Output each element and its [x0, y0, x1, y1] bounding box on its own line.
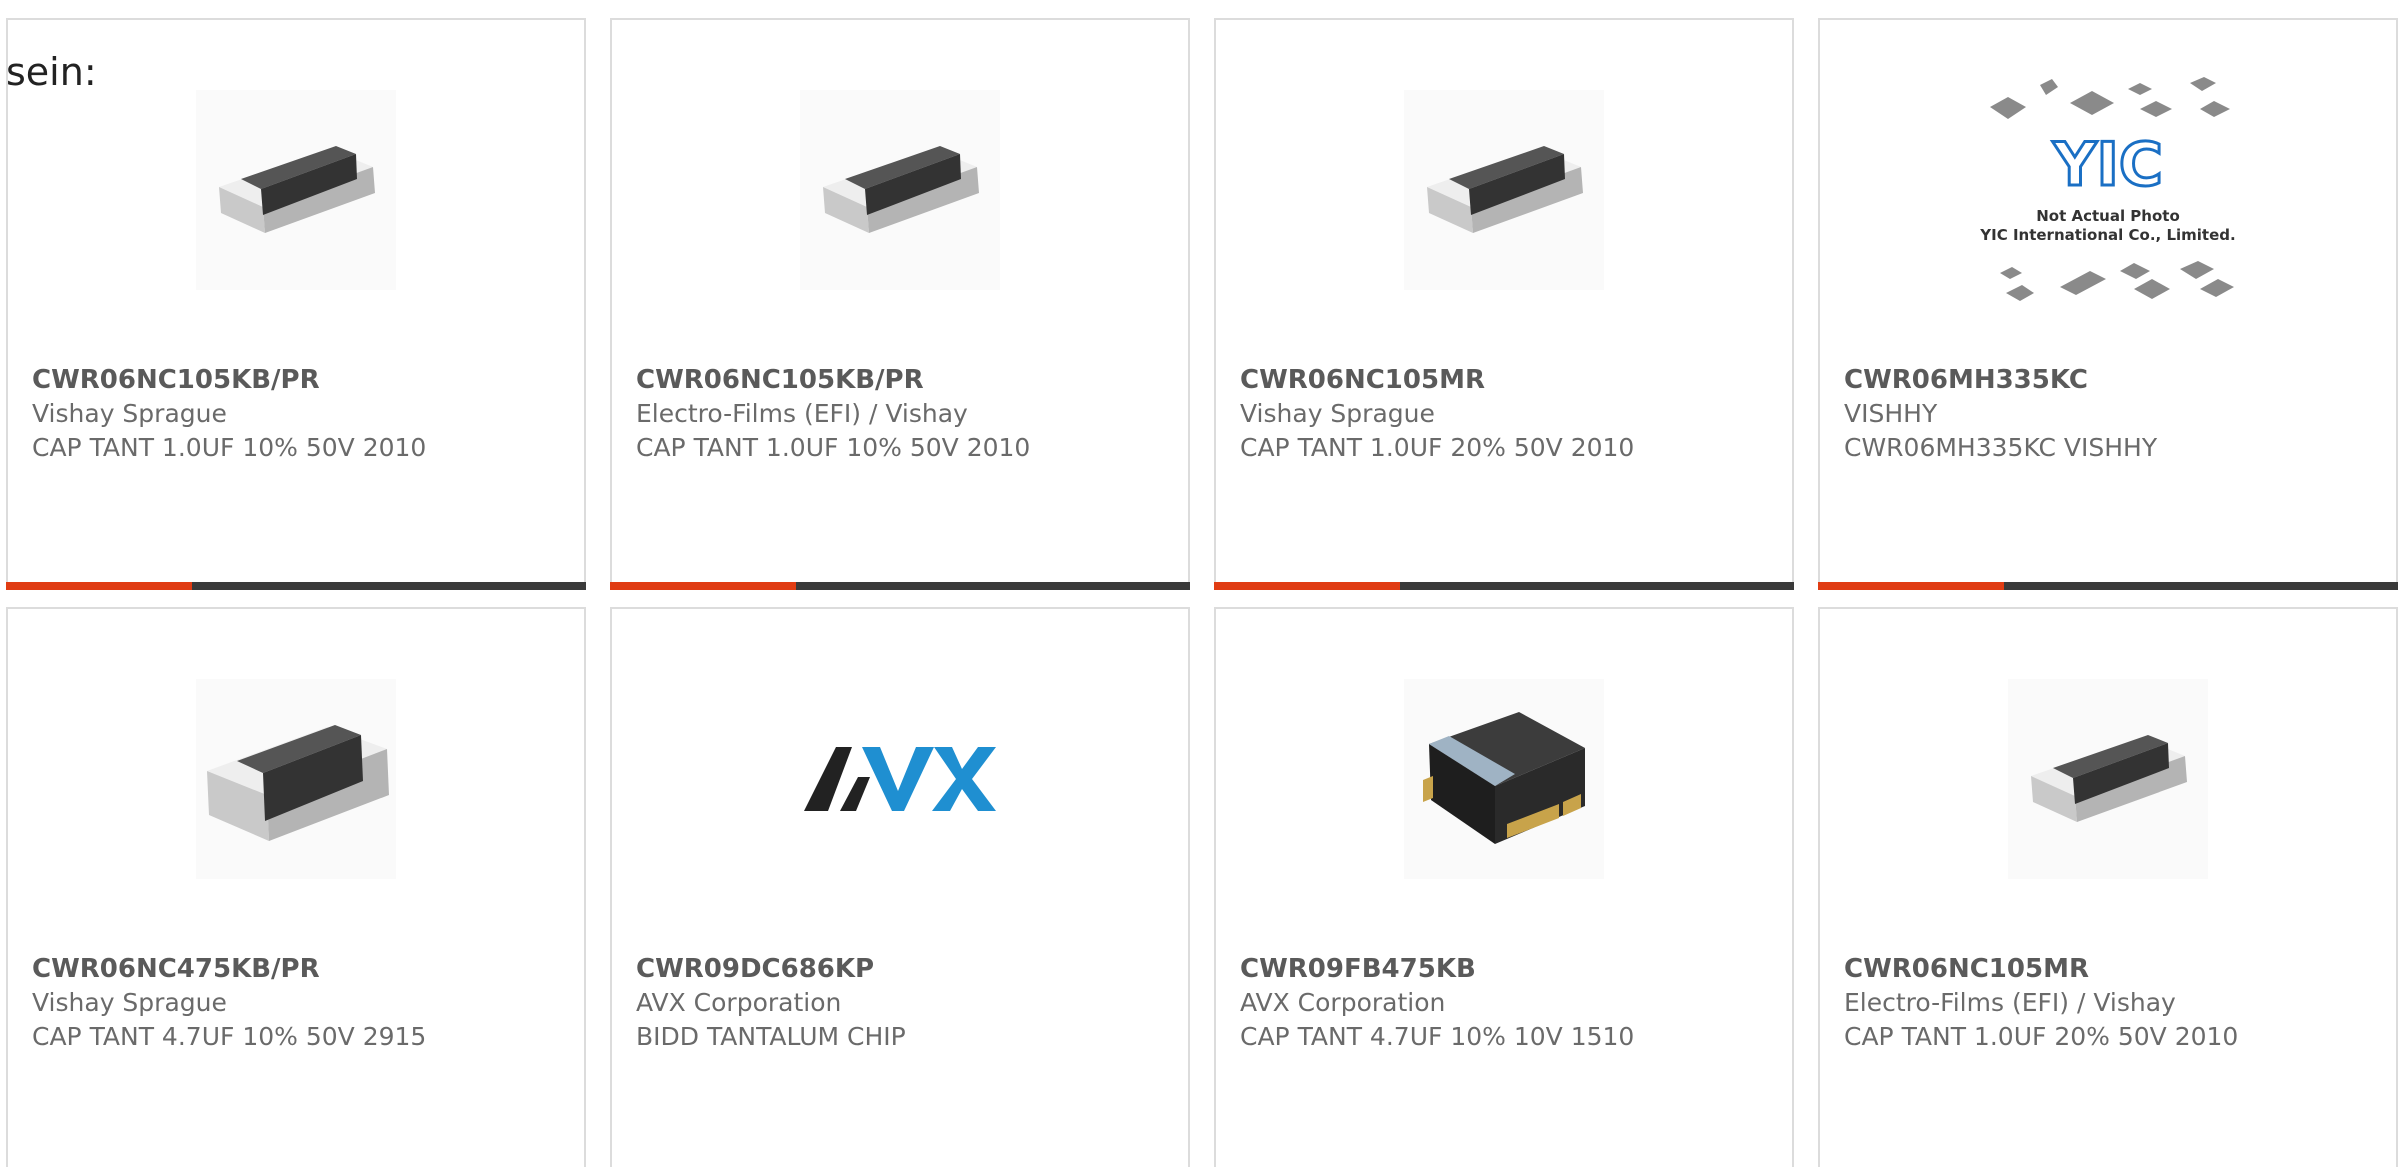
product-grid-page: sein: CWR06NC105KB/PR Vishay Sprague CAP… — [0, 0, 2400, 1167]
progress-fill — [610, 582, 796, 590]
product-card[interactable]: CWR06NC105MR Electro-Films (EFI) / Visha… — [1818, 607, 2398, 1167]
part-number[interactable]: CWR06MH335KC — [1844, 363, 2380, 397]
chip-capacitor-icon — [219, 146, 375, 233]
product-image[interactable] — [1404, 679, 1604, 879]
molded-tantalum-icon — [1423, 712, 1585, 844]
page-label: sein: — [6, 50, 97, 94]
product-info: CWR06NC105KB/PR Electro-Films (EFI) / Vi… — [636, 363, 1172, 465]
manufacturer: Electro-Films (EFI) / Vishay — [1844, 988, 2176, 1017]
product-image[interactable]: YIC Not Actual Photo YIC International C… — [1968, 77, 2248, 301]
yic-caption-1: Not Actual Photo — [2036, 207, 2180, 225]
product-image[interactable] — [2008, 679, 2208, 879]
product-card[interactable]: CWR06NC105KB/PR Electro-Films (EFI) / Vi… — [610, 18, 1190, 590]
product-card[interactable]: CWR06NC105MR Vishay Sprague CAP TANT 1.0… — [1214, 18, 1794, 590]
product-info: CWR06NC105KB/PR Vishay Sprague CAP TANT … — [32, 363, 568, 465]
manufacturer: Vishay Sprague — [32, 399, 227, 428]
description: CWR06MH335KC VISHHY — [1844, 433, 2158, 462]
progress-fill — [1214, 582, 1400, 590]
product-card[interactable]: YIC Not Actual Photo YIC International C… — [1818, 18, 2398, 590]
manufacturer: Electro-Films (EFI) / Vishay — [636, 399, 968, 428]
progress-fill — [6, 582, 192, 590]
yic-caption-2: YIC International Co., Limited. — [1979, 226, 2235, 244]
product-image[interactable] — [196, 679, 396, 879]
progress-fill — [1818, 582, 2004, 590]
manufacturer: AVX Corporation — [1240, 988, 1446, 1017]
description: CAP TANT 4.7UF 10% 10V 1510 — [1240, 1022, 1635, 1051]
avx-logo-icon — [804, 747, 996, 811]
product-image[interactable] — [196, 90, 396, 290]
progress-bar — [610, 582, 1190, 590]
product-card[interactable]: CWR09DC686KP AVX Corporation BIDD TANTAL… — [610, 607, 1190, 1167]
part-number[interactable]: CWR09DC686KP — [636, 952, 1172, 986]
chip-capacitor-icon — [207, 725, 389, 841]
product-image[interactable] — [800, 90, 1000, 290]
part-number[interactable]: CWR06NC105MR — [1844, 952, 2380, 986]
description: CAP TANT 1.0UF 20% 50V 2010 — [1240, 433, 1635, 462]
progress-bar — [1818, 582, 2398, 590]
product-info: CWR06NC105MR Vishay Sprague CAP TANT 1.0… — [1240, 363, 1776, 465]
product-image[interactable] — [800, 679, 1000, 879]
product-info: CWR09FB475KB AVX Corporation CAP TANT 4.… — [1240, 952, 1776, 1054]
part-number[interactable]: CWR06NC475KB/PR — [32, 952, 568, 986]
yic-placeholder-icon: YIC Not Actual Photo YIC International C… — [1979, 77, 2236, 301]
description: CAP TANT 1.0UF 10% 50V 2010 — [32, 433, 427, 462]
progress-bar — [6, 582, 586, 590]
chip-capacitor-icon — [2031, 735, 2187, 822]
chip-capacitor-icon — [1427, 146, 1583, 233]
part-number[interactable]: CWR09FB475KB — [1240, 952, 1776, 986]
manufacturer: VISHHY — [1844, 399, 1938, 428]
chip-capacitor-icon — [823, 146, 979, 233]
product-grid: CWR06NC105KB/PR Vishay Sprague CAP TANT … — [6, 18, 2398, 1167]
description: CAP TANT 4.7UF 10% 50V 2915 — [32, 1022, 427, 1051]
product-info: CWR06MH335KC VISHHY CWR06MH335KC VISHHY — [1844, 363, 2380, 465]
product-info: CWR06NC475KB/PR Vishay Sprague CAP TANT … — [32, 952, 568, 1054]
product-info: CWR06NC105MR Electro-Films (EFI) / Visha… — [1844, 952, 2380, 1054]
product-card[interactable]: CWR06NC475KB/PR Vishay Sprague CAP TANT … — [6, 607, 586, 1167]
progress-bar — [1214, 582, 1794, 590]
description: CAP TANT 1.0UF 10% 50V 2010 — [636, 433, 1031, 462]
yic-logo-text: YIC — [2052, 130, 2163, 200]
manufacturer: Vishay Sprague — [32, 988, 227, 1017]
manufacturer: AVX Corporation — [636, 988, 842, 1017]
manufacturer: Vishay Sprague — [1240, 399, 1435, 428]
part-number[interactable]: CWR06NC105MR — [1240, 363, 1776, 397]
part-number[interactable]: CWR06NC105KB/PR — [32, 363, 568, 397]
description: BIDD TANTALUM CHIP — [636, 1022, 906, 1051]
description: CAP TANT 1.0UF 20% 50V 2010 — [1844, 1022, 2239, 1051]
part-number[interactable]: CWR06NC105KB/PR — [636, 363, 1172, 397]
product-card[interactable]: CWR09FB475KB AVX Corporation CAP TANT 4.… — [1214, 607, 1794, 1167]
product-info: CWR09DC686KP AVX Corporation BIDD TANTAL… — [636, 952, 1172, 1054]
product-card[interactable]: CWR06NC105KB/PR Vishay Sprague CAP TANT … — [6, 18, 586, 590]
product-image[interactable] — [1404, 90, 1604, 290]
